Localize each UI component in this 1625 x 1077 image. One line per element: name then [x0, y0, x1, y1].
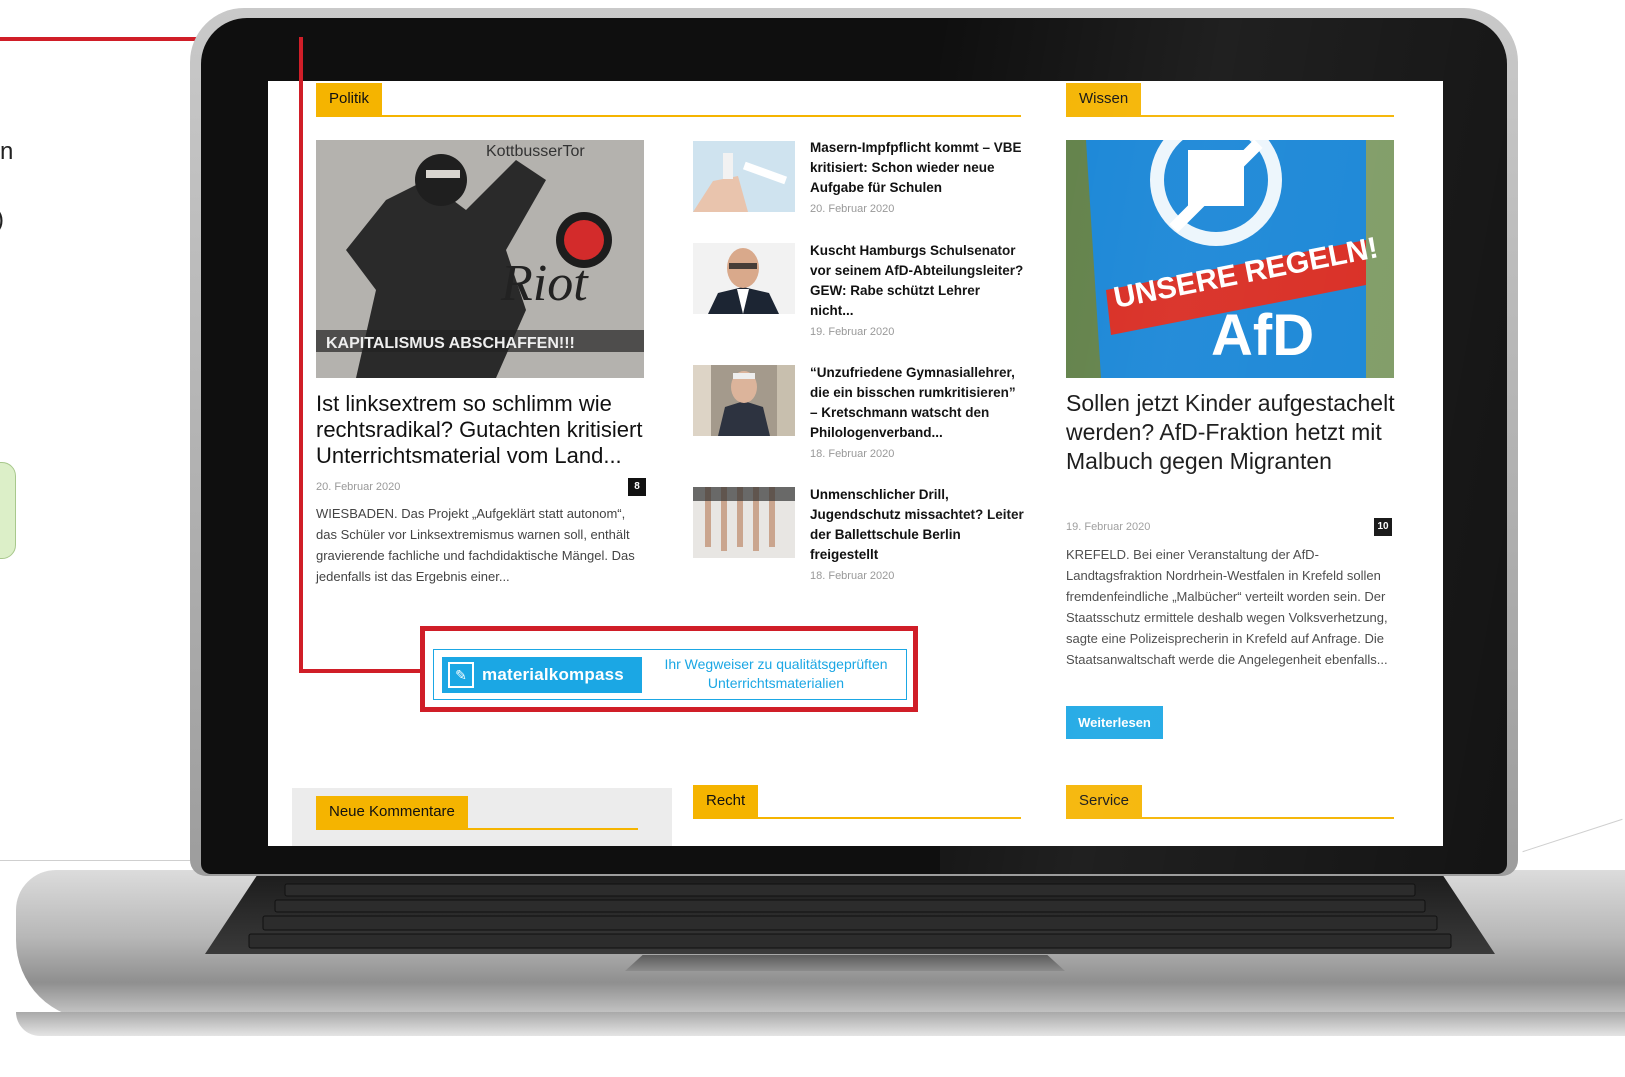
materialkompass-banner[interactable]: ✎ materialkompass Ihr Wegweiser zu quali…: [433, 649, 907, 700]
wissen-lead-excerpt: KREFELD. Bei einer Veranstaltung der AfD…: [1066, 547, 1388, 667]
article-title[interactable]: Masern-Impfpflicht kommt – VBE kritisier…: [810, 138, 1025, 198]
desk-line-left: [0, 860, 190, 861]
section-header-comments: Neue Kommentare: [316, 796, 638, 830]
section-label-wissen[interactable]: Wissen: [1066, 83, 1142, 115]
section-header-wissen: Wissen: [1066, 83, 1394, 117]
section-header-recht: Recht: [693, 785, 1021, 819]
section-label-service[interactable]: Service: [1066, 785, 1143, 817]
wissen-image-party: AfD: [1211, 303, 1314, 368]
wissen-lead-image[interactable]: UNSERE REGELN! AfD: [1066, 140, 1394, 378]
article-title[interactable]: Kuscht Hamburgs Schulsenator vor seinem …: [810, 241, 1025, 321]
image-text-script: Riot: [500, 255, 589, 312]
margin-glyph-1: n: [0, 138, 14, 165]
callout-line-vertical: [299, 37, 303, 673]
read-more-button[interactable]: Weiterlesen: [1066, 706, 1163, 739]
lead-article-image[interactable]: KottbusserTor Riot KAPITALISMUS ABSCHAFF…: [316, 140, 644, 378]
article-date: 18. Februar 2020: [810, 570, 895, 582]
comment-count-badge[interactable]: 8: [628, 478, 646, 496]
laptop-keyboard: [205, 876, 1495, 954]
comments-widget: Neue Kommentare: [292, 788, 672, 846]
image-text-top: KottbusserTor: [486, 143, 585, 160]
banner-claim[interactable]: Ihr Wegweiser zu qualitätsgeprüften Unte…: [648, 655, 904, 693]
wissen-lead-date: 19. Februar 2020: [1066, 521, 1151, 533]
laptop-trackpad-edge: [625, 955, 1065, 971]
laptop-base-edge: [16, 1012, 1625, 1036]
desk-line-right: [1522, 818, 1623, 853]
article-date: 19. Februar 2020: [810, 326, 895, 338]
article-title[interactable]: “Unzufriedene Gymnasiallehrer, die ein b…: [810, 363, 1025, 443]
section-label-politik[interactable]: Politik: [316, 83, 383, 115]
margin-glyph-2: ): [0, 206, 4, 234]
banner-logo-text: materialkompass: [482, 665, 624, 684]
lead-article-title[interactable]: Ist linksextrem so schlimm wie rechtsrad…: [316, 391, 646, 469]
article-title[interactable]: Unmenschlicher Drill, Jugendschutz missa…: [810, 485, 1025, 565]
article-date: 18. Februar 2020: [810, 448, 895, 460]
article-thumb-kretschmann[interactable]: [693, 365, 795, 436]
section-label-recht[interactable]: Recht: [693, 785, 759, 817]
article-date: 20. Februar 2020: [810, 203, 895, 215]
section-label-comments[interactable]: Neue Kommentare: [316, 796, 468, 828]
comment-count-badge[interactable]: 10: [1374, 518, 1392, 536]
wissen-lead-title[interactable]: Sollen jetzt Kinder aufgestachelt werden…: [1066, 389, 1396, 476]
image-text-bottom: KAPITALISMUS ABSCHAFFEN!!!: [326, 335, 575, 352]
laptop-screen: Politik Wissen KottbusserTor Riot KAPITA…: [268, 81, 1443, 846]
article-thumb-senator[interactable]: [693, 243, 795, 314]
lead-article-date: 20. Februar 2020: [316, 481, 401, 493]
compass-pen-icon: ✎: [448, 662, 474, 688]
section-header-politik: Politik: [316, 83, 1021, 117]
article-thumb-ballet[interactable]: [693, 487, 795, 558]
green-note-shape: [0, 462, 16, 559]
banner-logo[interactable]: ✎ materialkompass: [442, 657, 642, 693]
callout-line-horizontal: [299, 669, 423, 673]
lead-article-excerpt: WIESBADEN. Das Projekt „Aufgeklärt statt…: [316, 506, 635, 584]
article-thumb-vaccine[interactable]: [693, 141, 795, 212]
section-header-service: Service: [1066, 785, 1394, 819]
